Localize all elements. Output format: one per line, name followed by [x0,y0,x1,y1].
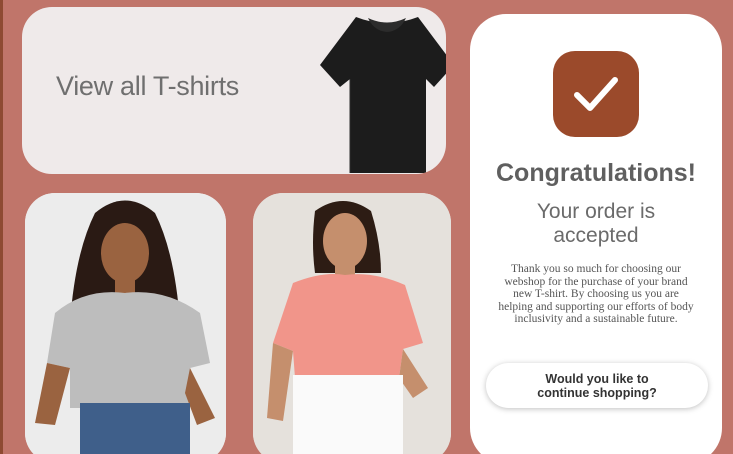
black-tshirt-image [316,9,446,174]
confirmation-message: Thank you so much for choosing our websh… [498,263,694,326]
checkmark-icon [553,51,639,137]
confirmation-title: Congratulations! [496,159,696,187]
confirmation-subtitle: Your order is accepted [536,200,656,247]
view-all-tshirts-banner[interactable]: View all T-shirts [22,7,446,174]
model-pink-tshirt-photo[interactable] [253,193,451,454]
order-confirmation-card: Congratulations! Your order is accepted … [470,14,722,454]
model-grey-tshirt-photo[interactable] [25,193,226,454]
continue-shopping-button[interactable]: Would you like to continue shopping? [486,363,708,408]
left-edge-strip [0,0,3,454]
continue-shopping-label: Would you like to continue shopping? [537,371,657,400]
banner-label: View all T-shirts [56,71,239,101]
